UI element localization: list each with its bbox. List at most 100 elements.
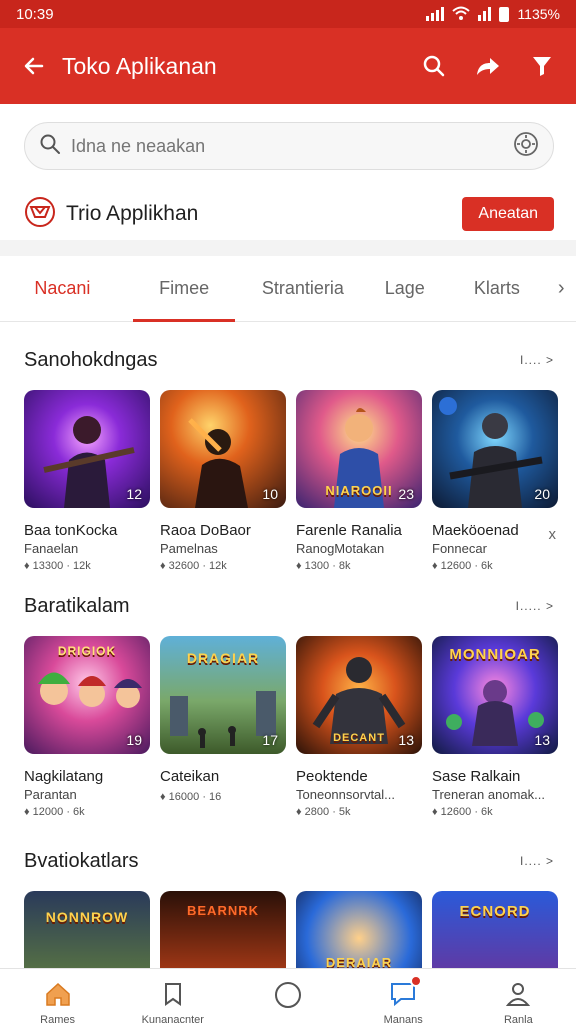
section-1: Sanohokdngas I.... > 12 Baa tonKocka Fan…: [0, 344, 576, 572]
app-meta: ♦ 13300 · 12k: [24, 560, 91, 572]
section-title: Bvatiokatlars: [24, 849, 139, 872]
rating-badge: 23: [398, 486, 414, 502]
app-thumbnail[interactable]: 20: [432, 390, 558, 508]
nav-home[interactable]: Rames: [0, 969, 115, 1026]
app-thumbnail[interactable]: NIAROOII 23: [296, 390, 422, 508]
status-time: 10:39: [16, 5, 54, 23]
signal-icon: [426, 7, 445, 21]
game-logo-text: NIAROOII: [325, 483, 393, 498]
app-card[interactable]: 12 Baa tonKocka Fanaelan ♦ 13300 · 12k: [24, 390, 150, 572]
rating-badge: 13: [534, 732, 550, 748]
app-card[interactable]: 20 Maeköoenad Fonnecar ♦ 12600 · 6k: [432, 390, 558, 572]
game-logo-text: BEARNRK: [187, 903, 259, 918]
app-title: Farenle Ranalia: [296, 522, 402, 539]
store-logo-icon: [24, 196, 56, 233]
divider: [0, 240, 576, 256]
app-thumbnail[interactable]: DRAGIAR 17: [160, 636, 286, 754]
nav-bookmarks[interactable]: Kunanacnter: [115, 969, 230, 1026]
app-meta: ♦ 16000 · 16: [160, 791, 222, 803]
bottom-navigation: Rames Kunanacnter Manans Ranla: [0, 968, 576, 1026]
circle-icon: [274, 981, 302, 1012]
app-subtitle: Treneran anomak...: [432, 787, 545, 802]
rating-badge: 20: [534, 486, 550, 502]
app-bar: Toko Aplikanan: [0, 28, 576, 104]
tab-lage[interactable]: Lage: [362, 256, 447, 322]
store-name: Trio Applikhan: [66, 202, 199, 225]
app-card[interactable]: MONNIOAR 13 Sase Ralkain Treneran anomak…: [432, 636, 558, 818]
rating-badge: 10: [262, 486, 278, 502]
search-input[interactable]: [71, 135, 513, 157]
notification-dot: [409, 975, 422, 987]
nav-center[interactable]: [230, 969, 345, 1024]
nav-label: Ranla: [503, 1014, 533, 1026]
app-subtitle: Fonnecar: [432, 541, 487, 556]
app-title: Sase Ralkain: [432, 768, 521, 785]
rating-badge: 12: [126, 486, 142, 502]
app-title: Baa tonKocka: [24, 522, 118, 539]
section-2: Baratikalam I..... > DRIGIOK 19 Nagkilat…: [0, 590, 576, 818]
app-title: Peoktende: [296, 768, 368, 785]
signal-icon-2: [478, 7, 492, 21]
tab-nacani[interactable]: Nacani: [0, 256, 125, 322]
section-title: Baratikalam: [24, 594, 130, 617]
share-icon[interactable]: [466, 44, 510, 88]
app-thumbnail[interactable]: MONNIOAR 13: [432, 636, 558, 754]
app-card[interactable]: 10 Raoa DoBaor Pamelnas ♦ 32600 · 12k: [160, 390, 286, 572]
app-title: Raoa DoBaor: [160, 522, 251, 539]
back-arrow-icon[interactable]: [12, 44, 56, 88]
app-card[interactable]: DRAGIAR 17 Cateikan ♦ 16000 · 16: [160, 636, 286, 818]
person-icon: [505, 981, 531, 1010]
app-card[interactable]: DECANT 13 Peoktende Toneonnsorvtal... ♦ …: [296, 636, 422, 818]
category-tabs: Nacani Fimee Strantieria Lage Klarts ›: [0, 256, 576, 322]
tab-klarts[interactable]: Klarts: [447, 256, 546, 322]
app-thumbnail[interactable]: 10: [160, 390, 286, 508]
rating-badge: 13: [398, 732, 414, 748]
game-logo-text: DECANT: [333, 732, 385, 744]
app-meta: ♦ 1300 · 8k: [296, 560, 351, 572]
app-meta: ♦ 12600 · 6k: [432, 806, 493, 818]
filter-icon[interactable]: [520, 44, 564, 88]
app-subtitle: Toneonnsorvtal...: [296, 787, 396, 802]
dismiss-mark[interactable]: x: [549, 526, 557, 543]
app-card[interactable]: DRIGIOK 19 Nagkilatang Parantan ♦ 12000 …: [24, 636, 150, 818]
nav-label: Kunanacnter: [141, 1014, 204, 1026]
app-subtitle: Fanaelan: [24, 541, 79, 556]
rating-badge: 19: [126, 732, 142, 748]
app-thumbnail[interactable]: DECANT 13: [296, 636, 422, 754]
see-more-link[interactable]: I..... >: [516, 599, 554, 613]
nav-profile[interactable]: Ranla: [461, 969, 576, 1026]
app-meta: ♦ 12600 · 6k: [432, 560, 493, 572]
app-subtitle: Parantan: [24, 787, 77, 802]
search-bar[interactable]: [24, 122, 554, 170]
see-more-link[interactable]: I.... >: [520, 854, 554, 868]
chevron-right-icon[interactable]: ›: [546, 277, 576, 300]
app-thumbnail[interactable]: 12: [24, 390, 150, 508]
battery-level: 1135%: [517, 6, 560, 22]
app-card[interactable]: NIAROOII 23 Farenle Ranalia RanogMotakan…: [296, 390, 422, 572]
search-icon[interactable]: [412, 44, 456, 88]
game-logo-text: NONNROW: [45, 909, 129, 925]
search-field-icon: [39, 133, 61, 160]
page-title: Toko Aplikanan: [62, 52, 217, 79]
app-title: Maeköoenad: [432, 522, 519, 539]
section-title: Sanohokdngas: [24, 348, 158, 371]
home-icon: [44, 981, 72, 1010]
app-meta: ♦ 2800 · 5k: [296, 806, 351, 818]
app-meta: ♦ 32600 · 12k: [160, 560, 227, 572]
app-thumbnail[interactable]: DRIGIOK 19: [24, 636, 150, 754]
nav-label: Manans: [383, 1014, 423, 1026]
tab-fimee[interactable]: Fimee: [125, 256, 244, 322]
game-logo-text: DRIGIOK: [57, 644, 117, 658]
nav-messages[interactable]: Manans: [346, 969, 461, 1026]
tab-strantieria[interactable]: Strantieria: [243, 256, 362, 322]
voice-search-icon[interactable]: [513, 131, 539, 162]
app-title: Nagkilatang: [24, 768, 104, 785]
wifi-icon: [452, 6, 471, 23]
game-logo-text: MONNIOAR: [449, 646, 541, 663]
store-action-button[interactable]: Aneatan: [462, 197, 554, 231]
battery-icon: [499, 6, 510, 22]
rating-badge: 17: [262, 732, 278, 748]
see-more-link[interactable]: I.... >: [520, 353, 554, 367]
bookmark-icon: [161, 981, 185, 1010]
game-logo-text: DRAGIAR: [186, 650, 260, 666]
